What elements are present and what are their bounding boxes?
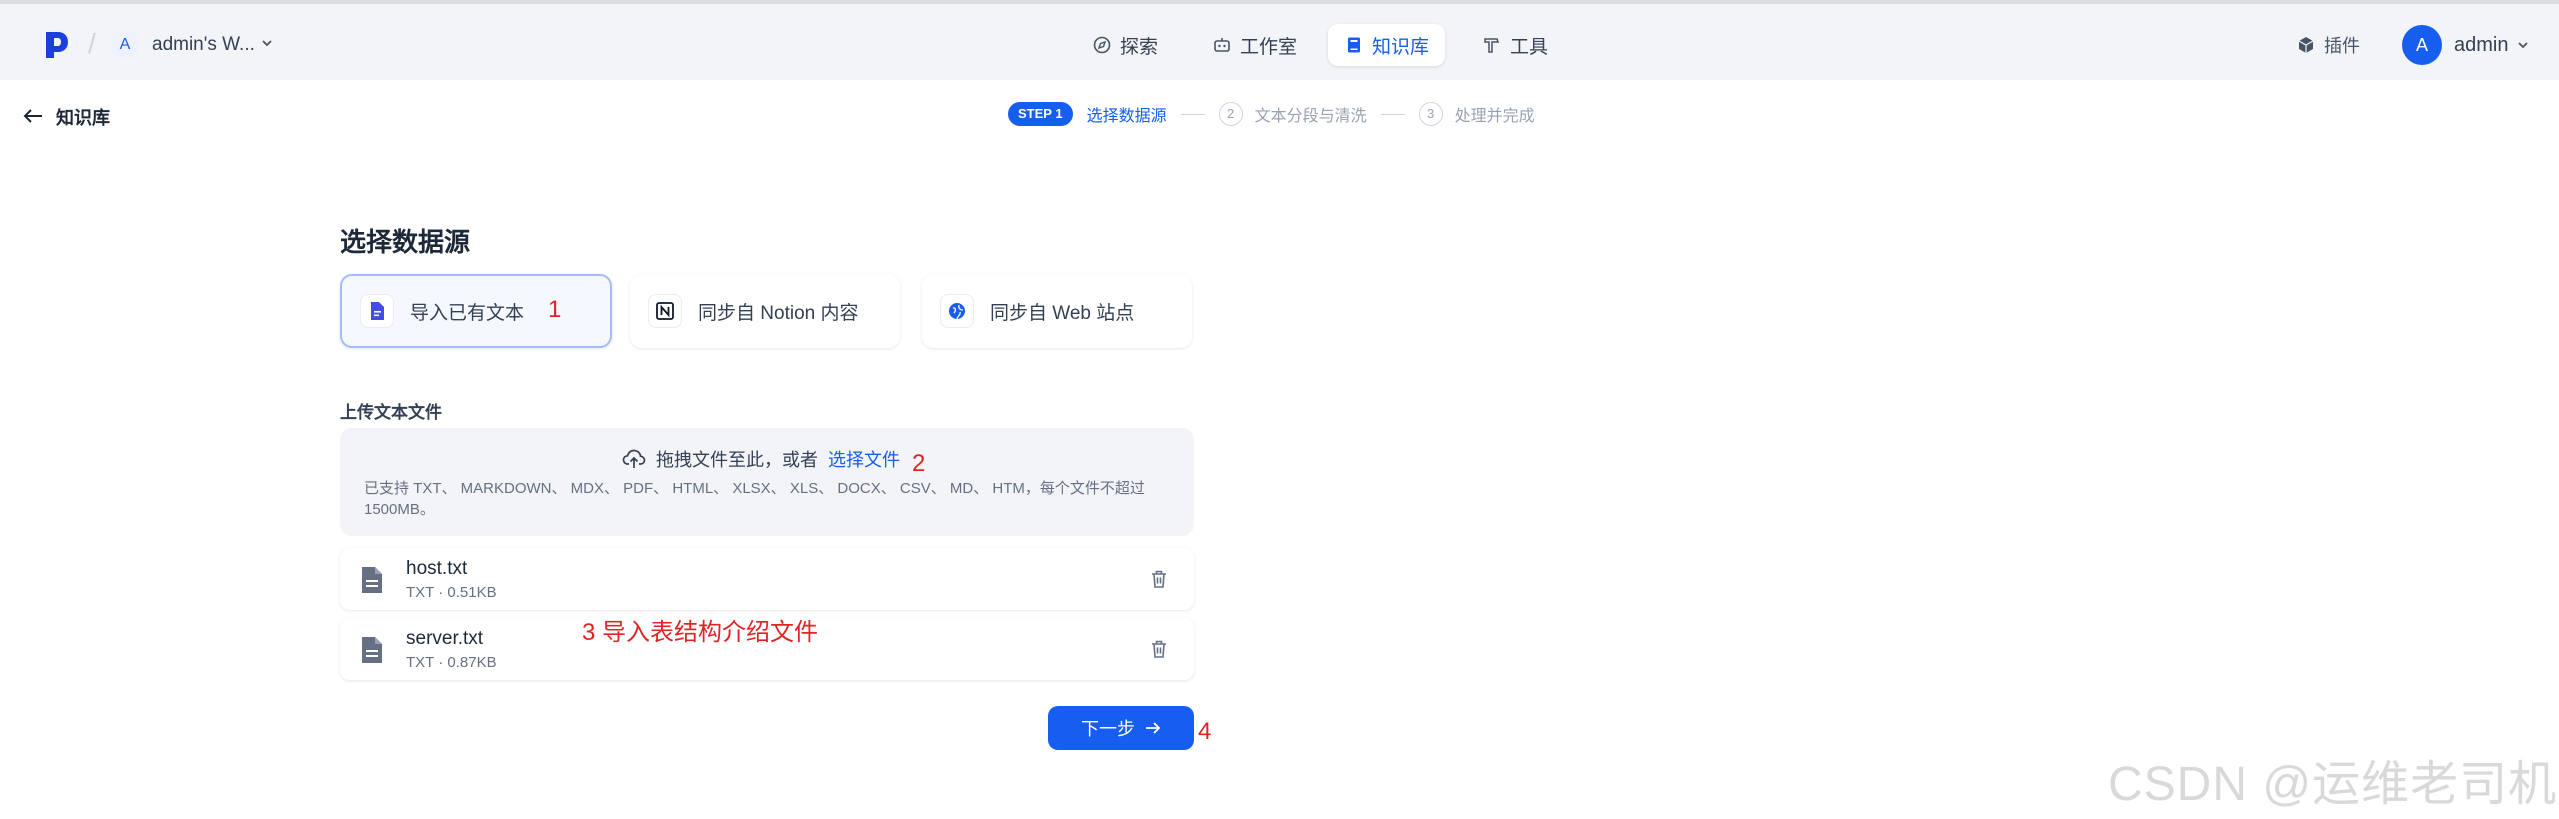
next-step-button[interactable]: 下一步 bbox=[1048, 706, 1194, 750]
robot-icon bbox=[1214, 38, 1230, 52]
compass-icon bbox=[1093, 36, 1111, 54]
choose-file-link[interactable]: 选择文件 bbox=[828, 446, 900, 472]
book-icon bbox=[1348, 37, 1360, 53]
nav-label: 知识库 bbox=[1372, 36, 1430, 58]
step-1-label: 选择数据源 bbox=[1086, 108, 1167, 125]
plugins-label: 插件 bbox=[2324, 36, 2360, 56]
plugins-button[interactable]: 插件 bbox=[2296, 32, 2360, 58]
step-3-label: 处理并完成 bbox=[1454, 108, 1535, 125]
page-title: 选择数据源 bbox=[340, 227, 471, 257]
annotation-2: 2 bbox=[912, 450, 926, 477]
chevron-down-icon[interactable] bbox=[260, 36, 274, 50]
file-name: host.txt bbox=[406, 558, 468, 579]
file-text-icon bbox=[360, 294, 394, 328]
workspace-avatar[interactable]: A bbox=[112, 32, 138, 58]
step-1-badge: STEP 1 bbox=[1008, 102, 1073, 126]
arrow-left-icon[interactable] bbox=[22, 106, 44, 126]
step-2-label: 文本分段与清洗 bbox=[1254, 108, 1367, 125]
annotation-3: 3 导入表结构介绍文件 bbox=[582, 619, 819, 646]
nav-label: 工具 bbox=[1510, 36, 1549, 58]
trash-icon[interactable] bbox=[1148, 638, 1170, 660]
step-3-badge: 3 bbox=[1418, 102, 1443, 126]
step-divider bbox=[1180, 113, 1205, 115]
annotation-4: 4 bbox=[1198, 718, 1212, 745]
document-icon bbox=[362, 637, 382, 663]
source-card-label: 同步自 Web 站点 bbox=[990, 302, 1135, 324]
source-card-notion[interactable]: 同步自 Notion 内容 bbox=[630, 274, 900, 348]
arrow-right-icon bbox=[1146, 722, 1161, 734]
workspace-name[interactable]: admin's W... bbox=[152, 34, 255, 56]
dropzone-prompt: 拖拽文件至此，或者 选择文件 bbox=[622, 446, 900, 472]
chevron-down-icon[interactable] bbox=[2516, 38, 2530, 52]
source-card-local-file[interactable]: 导入已有文本 bbox=[340, 274, 612, 348]
step-indicator: STEP 1 选择数据源 2 文本分段与清洗 3 处理并完成 bbox=[1008, 100, 1535, 128]
watermark: CSDN @运维老司机 bbox=[2108, 758, 2558, 811]
nav-label: 探索 bbox=[1120, 36, 1159, 58]
cube-icon bbox=[2298, 37, 2314, 53]
file-meta: TXT · 0.51KB bbox=[406, 584, 497, 601]
top-bar: / A admin's W... 探索 工作室 知识库 工具 插件 A admi… bbox=[0, 0, 2559, 80]
trash-icon[interactable] bbox=[1148, 568, 1170, 590]
breadcrumb-separator: / bbox=[88, 28, 96, 59]
step-2-badge: 2 bbox=[1218, 102, 1243, 126]
nav-explore[interactable]: 探索 bbox=[1076, 24, 1174, 66]
source-card-label: 同步自 Notion 内容 bbox=[698, 302, 859, 324]
source-card-web[interactable]: 同步自 Web 站点 bbox=[922, 274, 1192, 348]
nav-studio[interactable]: 工作室 bbox=[1196, 24, 1313, 66]
upload-section-label: 上传文本文件 bbox=[340, 403, 442, 422]
dropzone-prompt-text: 拖拽文件至此，或者 bbox=[656, 450, 818, 470]
nav-label: 工作室 bbox=[1240, 36, 1298, 58]
nav-tools[interactable]: 工具 bbox=[1466, 24, 1564, 66]
next-step-label: 下一步 bbox=[1081, 719, 1135, 739]
document-icon bbox=[362, 567, 382, 593]
source-card-label: 导入已有文本 bbox=[410, 302, 525, 324]
file-name: server.txt bbox=[406, 628, 484, 649]
step-divider bbox=[1380, 113, 1405, 115]
globe-icon bbox=[940, 294, 974, 328]
back-link[interactable]: 知识库 bbox=[56, 104, 110, 130]
user-avatar[interactable]: A bbox=[2402, 25, 2442, 65]
annotation-1: 1 bbox=[548, 296, 562, 323]
hammer-icon bbox=[1484, 38, 1500, 53]
file-meta: TXT · 0.87KB bbox=[406, 654, 497, 671]
upload-cloud-icon bbox=[622, 449, 646, 468]
nav-knowledge[interactable]: 知识库 bbox=[1328, 24, 1446, 66]
file-item[interactable]: host.txt TXT · 0.51KB bbox=[340, 548, 1194, 610]
file-dropzone[interactable]: 拖拽文件至此，或者 选择文件 已支持 TXT、 MARKDOWN、 MDX、 P… bbox=[340, 428, 1194, 536]
user-name[interactable]: admin bbox=[2454, 34, 2508, 57]
notion-icon bbox=[648, 294, 682, 328]
dropzone-support-text: 已支持 TXT、 MARKDOWN、 MDX、 PDF、 HTML、 XLSX、… bbox=[364, 480, 1145, 518]
app-logo[interactable] bbox=[44, 30, 70, 60]
